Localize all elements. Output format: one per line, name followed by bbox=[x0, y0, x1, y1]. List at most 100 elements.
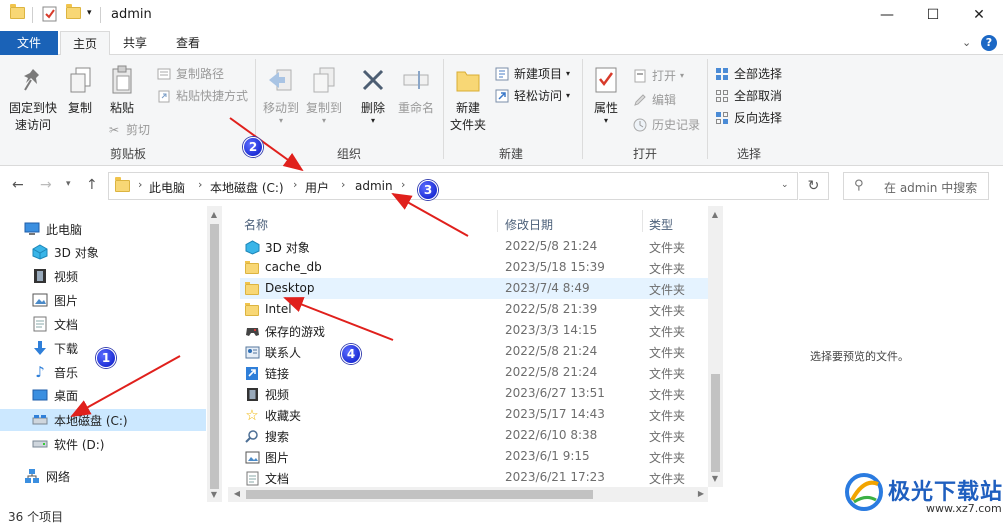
scroll-right-icon[interactable]: ▶ bbox=[694, 489, 708, 498]
breadcrumb-separator-icon[interactable]: › bbox=[293, 178, 297, 191]
nav-item-3d-objects[interactable]: 3D 对象 bbox=[0, 241, 206, 263]
new-folder-quick-icon[interactable] bbox=[66, 4, 81, 19]
select-none-button[interactable]: 全部取消 bbox=[714, 87, 782, 104]
file-row[interactable]: 图片 2023/6/1 9:15 文件夹 bbox=[240, 446, 708, 467]
column-divider[interactable] bbox=[642, 210, 643, 232]
cut-button[interactable]: ✂ 剪切 bbox=[106, 121, 150, 138]
nav-item-documents[interactable]: 文档 bbox=[0, 313, 206, 335]
history-button[interactable]: 历史记录 bbox=[632, 116, 700, 133]
copy-path-button[interactable]: 复制路径 bbox=[156, 65, 224, 82]
annotation-badge-2: 2 bbox=[243, 137, 263, 157]
file-row[interactable]: Desktop 2023/7/4 8:49 文件夹 bbox=[240, 278, 708, 299]
help-button[interactable]: ? bbox=[981, 35, 997, 51]
copy-icon bbox=[65, 65, 95, 95]
file-date: 2022/5/8 21:24 bbox=[505, 239, 598, 253]
invert-selection-button[interactable]: 反向选择 bbox=[714, 109, 782, 126]
properties-label: 属性 bbox=[593, 101, 618, 115]
nav-item-label: 文档 bbox=[54, 317, 79, 332]
scroll-down-icon[interactable]: ▼ bbox=[207, 490, 221, 499]
paste-shortcut-button[interactable]: 粘贴快捷方式 bbox=[156, 87, 248, 104]
file-date: 2023/7/4 8:49 bbox=[505, 281, 590, 295]
horizontal-scrollbar[interactable]: ◀ ▶ bbox=[228, 487, 708, 502]
recent-locations-icon[interactable]: ▾ bbox=[66, 179, 71, 189]
edit-button[interactable]: 编辑 bbox=[632, 91, 676, 108]
nav-item-videos[interactable]: 视频 bbox=[0, 265, 206, 287]
rename-button[interactable]: 重命名 bbox=[394, 65, 438, 116]
copy-button[interactable]: 复制 bbox=[62, 65, 98, 116]
file-type: 文件夹 bbox=[649, 367, 686, 381]
breadcrumb-this-pc[interactable]: 此电脑 bbox=[149, 179, 185, 196]
select-group-label: 选择 bbox=[736, 147, 761, 161]
properties-button[interactable]: 属性 ▾ bbox=[588, 65, 624, 125]
search-box[interactable]: ⚲ 在 admin 中搜索 bbox=[843, 172, 989, 200]
tab-view[interactable]: 查看 bbox=[164, 31, 212, 55]
nav-pane-scrollbar[interactable]: ▲ ▼ bbox=[207, 206, 222, 502]
pictures-icon bbox=[32, 292, 48, 308]
file-row[interactable]: ☆ 收藏夹 2023/5/17 14:43 文件夹 bbox=[240, 404, 708, 425]
file-row[interactable]: 文档 2023/6/21 17:23 文件夹 bbox=[240, 467, 708, 488]
file-row[interactable]: 联系人 2022/5/8 21:24 文件夹 bbox=[240, 341, 708, 362]
properties-check-icon[interactable] bbox=[42, 6, 58, 25]
new-item-button[interactable]: 新建项目 ▾ bbox=[494, 65, 570, 82]
breadcrumb-users[interactable]: 用户 bbox=[305, 179, 329, 196]
up-arrow-icon[interactable]: ↑ bbox=[86, 177, 98, 193]
nav-item-network[interactable]: 网络 bbox=[0, 465, 206, 487]
file-row[interactable]: Intel 2022/5/8 21:39 文件夹 bbox=[240, 299, 708, 320]
customize-quick-access-icon[interactable]: ▾ bbox=[87, 8, 92, 18]
column-header-date[interactable]: 修改日期 bbox=[505, 216, 553, 233]
nav-item-local-disk-c[interactable]: 本地磁盘 (C:) bbox=[0, 409, 206, 431]
copy-to-button[interactable]: 复制到 ▾ bbox=[303, 65, 345, 125]
minimize-button[interactable]: — bbox=[864, 0, 910, 30]
breadcrumb-separator-icon[interactable]: › bbox=[341, 178, 345, 191]
back-arrow-icon[interactable]: ← bbox=[12, 177, 24, 193]
paste-button[interactable]: 粘贴 bbox=[104, 65, 140, 116]
maximize-button[interactable]: ☐ bbox=[910, 0, 956, 30]
tab-home[interactable]: 主页 bbox=[60, 31, 111, 56]
delete-button[interactable]: 删除 ▾ bbox=[356, 65, 390, 125]
nav-item-desktop[interactable]: 桌面 bbox=[0, 384, 206, 406]
breadcrumb-separator-icon[interactable]: › bbox=[138, 178, 142, 191]
breadcrumb-separator-icon[interactable]: › bbox=[401, 178, 405, 191]
refresh-button[interactable]: ↻ bbox=[799, 172, 829, 200]
horizontal-scroll-thumb[interactable] bbox=[246, 490, 593, 499]
forward-arrow-icon[interactable]: → bbox=[40, 177, 52, 193]
file-list-scroll-thumb[interactable] bbox=[711, 374, 720, 472]
select-all-button[interactable]: 全部选择 bbox=[714, 65, 782, 82]
nav-item-software-d[interactable]: 软件 (D:) bbox=[0, 433, 206, 455]
pin-to-quick-access-button[interactable]: 固定到快 速访问 bbox=[6, 65, 60, 133]
nav-item-pictures[interactable]: 图片 bbox=[0, 289, 206, 311]
tab-file[interactable]: 文件 bbox=[0, 31, 58, 55]
nav-item-this-pc[interactable]: 此电脑 bbox=[0, 218, 206, 240]
address-dropdown-icon[interactable]: ⌄ bbox=[781, 180, 789, 190]
scroll-up-icon[interactable]: ▲ bbox=[207, 210, 221, 219]
file-row[interactable]: 3D 对象 2022/5/8 21:24 文件夹 bbox=[240, 236, 708, 257]
tab-share[interactable]: 共享 bbox=[111, 31, 159, 55]
scroll-left-icon[interactable]: ◀ bbox=[230, 489, 244, 498]
file-row[interactable]: 保存的游戏 2023/3/3 14:15 文件夹 bbox=[240, 320, 708, 341]
breadcrumb-admin[interactable]: admin bbox=[355, 179, 393, 193]
file-row[interactable]: cache_db 2023/5/18 15:39 文件夹 bbox=[240, 257, 708, 278]
file-row[interactable]: 视频 2023/6/27 13:51 文件夹 bbox=[240, 383, 708, 404]
scroll-up-icon[interactable]: ▲ bbox=[708, 210, 722, 219]
column-divider[interactable] bbox=[497, 210, 498, 232]
copy-path-icon bbox=[156, 66, 172, 82]
scroll-down-icon[interactable]: ▼ bbox=[708, 474, 722, 483]
breadcrumb-separator-icon[interactable]: › bbox=[198, 178, 202, 191]
close-button[interactable]: ✕ bbox=[956, 0, 1002, 30]
delete-label: 删除 bbox=[360, 101, 385, 115]
edit-label: 编辑 bbox=[652, 93, 677, 107]
file-row[interactable]: 链接 2022/5/8 21:24 文件夹 bbox=[240, 362, 708, 383]
move-to-button[interactable]: 移动到 ▾ bbox=[261, 65, 301, 125]
collapse-ribbon-icon[interactable]: ⌄ bbox=[962, 36, 971, 49]
breadcrumb-local-disk[interactable]: 本地磁盘 (C:) bbox=[210, 179, 284, 196]
address-bar[interactable]: › 此电脑 › 本地磁盘 (C:) › 用户 › admin › ⌄ bbox=[108, 172, 798, 200]
column-header-name[interactable]: 名称 bbox=[244, 216, 268, 233]
column-header-type[interactable]: 类型 bbox=[649, 216, 673, 233]
new-folder-button[interactable]: 新建 文件夹 bbox=[446, 65, 490, 133]
file-date: 2022/5/8 21:24 bbox=[505, 365, 598, 379]
file-list-scrollbar[interactable]: ▲ ▼ bbox=[708, 206, 723, 487]
open-button[interactable]: 打开 ▾ bbox=[632, 67, 684, 84]
nav-pane-scroll-thumb[interactable] bbox=[210, 224, 219, 489]
easy-access-button[interactable]: 轻松访问 ▾ bbox=[494, 87, 570, 104]
file-row[interactable]: 搜索 2022/6/10 8:38 文件夹 bbox=[240, 425, 708, 446]
